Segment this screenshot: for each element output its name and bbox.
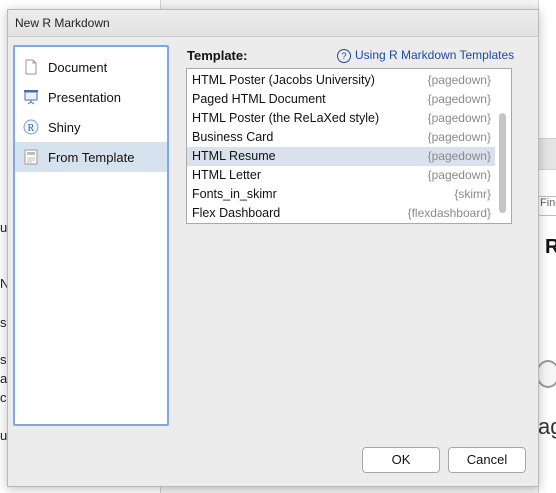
template-name: HTML Letter <box>192 168 262 182</box>
template-package: {pagedown} <box>427 168 491 182</box>
background-pane-header <box>538 138 556 170</box>
template-package: {pagedown} <box>427 149 491 163</box>
background-circle-icon <box>536 360 556 388</box>
dialog-title: New R Markdown <box>15 16 110 30</box>
type-item-label: Shiny <box>48 120 81 135</box>
type-item-label: Document <box>48 60 108 75</box>
template-package: {pagedown} <box>427 92 491 106</box>
template-row[interactable]: HTML Poster (Jacobs University) {pagedow… <box>187 71 495 90</box>
document-icon <box>23 59 39 75</box>
template-row[interactable]: Paged HTML Document {pagedown} <box>187 90 495 109</box>
template-row[interactable]: Fonts_in_skimr {skimr} <box>187 185 495 204</box>
template-package: {pagedown} <box>427 111 491 125</box>
type-item-label: Presentation <box>48 90 121 105</box>
template-row[interactable]: Flex Dashboard {flexdashboard} <box>187 204 495 223</box>
template-list-scrollbar[interactable] <box>499 113 506 213</box>
template-name: Business Card <box>192 130 274 144</box>
type-item-shiny[interactable]: R Shiny <box>15 112 167 142</box>
svg-text:R: R <box>28 123 35 134</box>
template-name: HTML Poster (Jacobs University) <box>192 73 375 87</box>
help-link-label: Using R Markdown Templates <box>355 48 515 62</box>
cancel-button[interactable]: Cancel <box>448 447 526 473</box>
help-icon: ? <box>337 49 351 63</box>
template-package: {flexdashboard} <box>407 206 491 220</box>
shiny-icon: R <box>23 119 39 135</box>
template-package: {skimr} <box>454 187 491 201</box>
document-type-list: Document Presentation R Shiny From Templ… <box>13 45 169 426</box>
new-r-markdown-dialog: New R Markdown Document Presentation R S… <box>7 9 539 487</box>
template-row[interactable]: Business Card {pagedown} <box>187 128 495 147</box>
dialog-titlebar: New R Markdown <box>8 10 538 37</box>
template-package: {pagedown} <box>427 130 491 144</box>
template-heading: Template: <box>187 48 248 63</box>
background-text-fragment: s <box>0 315 7 330</box>
template-row-selected[interactable]: HTML Resume {pagedown} <box>187 147 495 166</box>
type-item-presentation[interactable]: Presentation <box>15 82 167 112</box>
r-markdown-templates-help-link[interactable]: ? Using R Markdown Templates <box>337 48 514 63</box>
ok-button[interactable]: OK <box>362 447 440 473</box>
template-name: HTML Resume <box>192 149 276 163</box>
template-row[interactable]: HTML Poster (the ReLaXed style) {pagedow… <box>187 109 495 128</box>
background-text-fragment: s <box>0 352 7 367</box>
presentation-icon <box>23 89 39 105</box>
template-package: {pagedown} <box>427 73 491 87</box>
template-name: HTML Poster (the ReLaXed style) <box>192 111 380 125</box>
template-list: HTML Poster (Jacobs University) {pagedow… <box>186 68 512 224</box>
type-item-document[interactable]: Document <box>15 52 167 82</box>
template-name: Flex Dashboard <box>192 206 281 220</box>
background-find-field: Find <box>537 196 556 216</box>
background-text-fragment: ag <box>538 414 556 439</box>
template-row[interactable]: HTML Letter {pagedown} <box>187 166 495 185</box>
type-item-from-template[interactable]: From Template <box>15 142 167 172</box>
template-icon <box>23 149 39 165</box>
type-item-label: From Template <box>48 150 135 165</box>
background-heading-fragment: R <box>545 236 556 258</box>
background-text-fragment: c <box>0 390 7 405</box>
template-name: Fonts_in_skimr <box>192 187 277 201</box>
template-name: Paged HTML Document <box>192 92 326 106</box>
